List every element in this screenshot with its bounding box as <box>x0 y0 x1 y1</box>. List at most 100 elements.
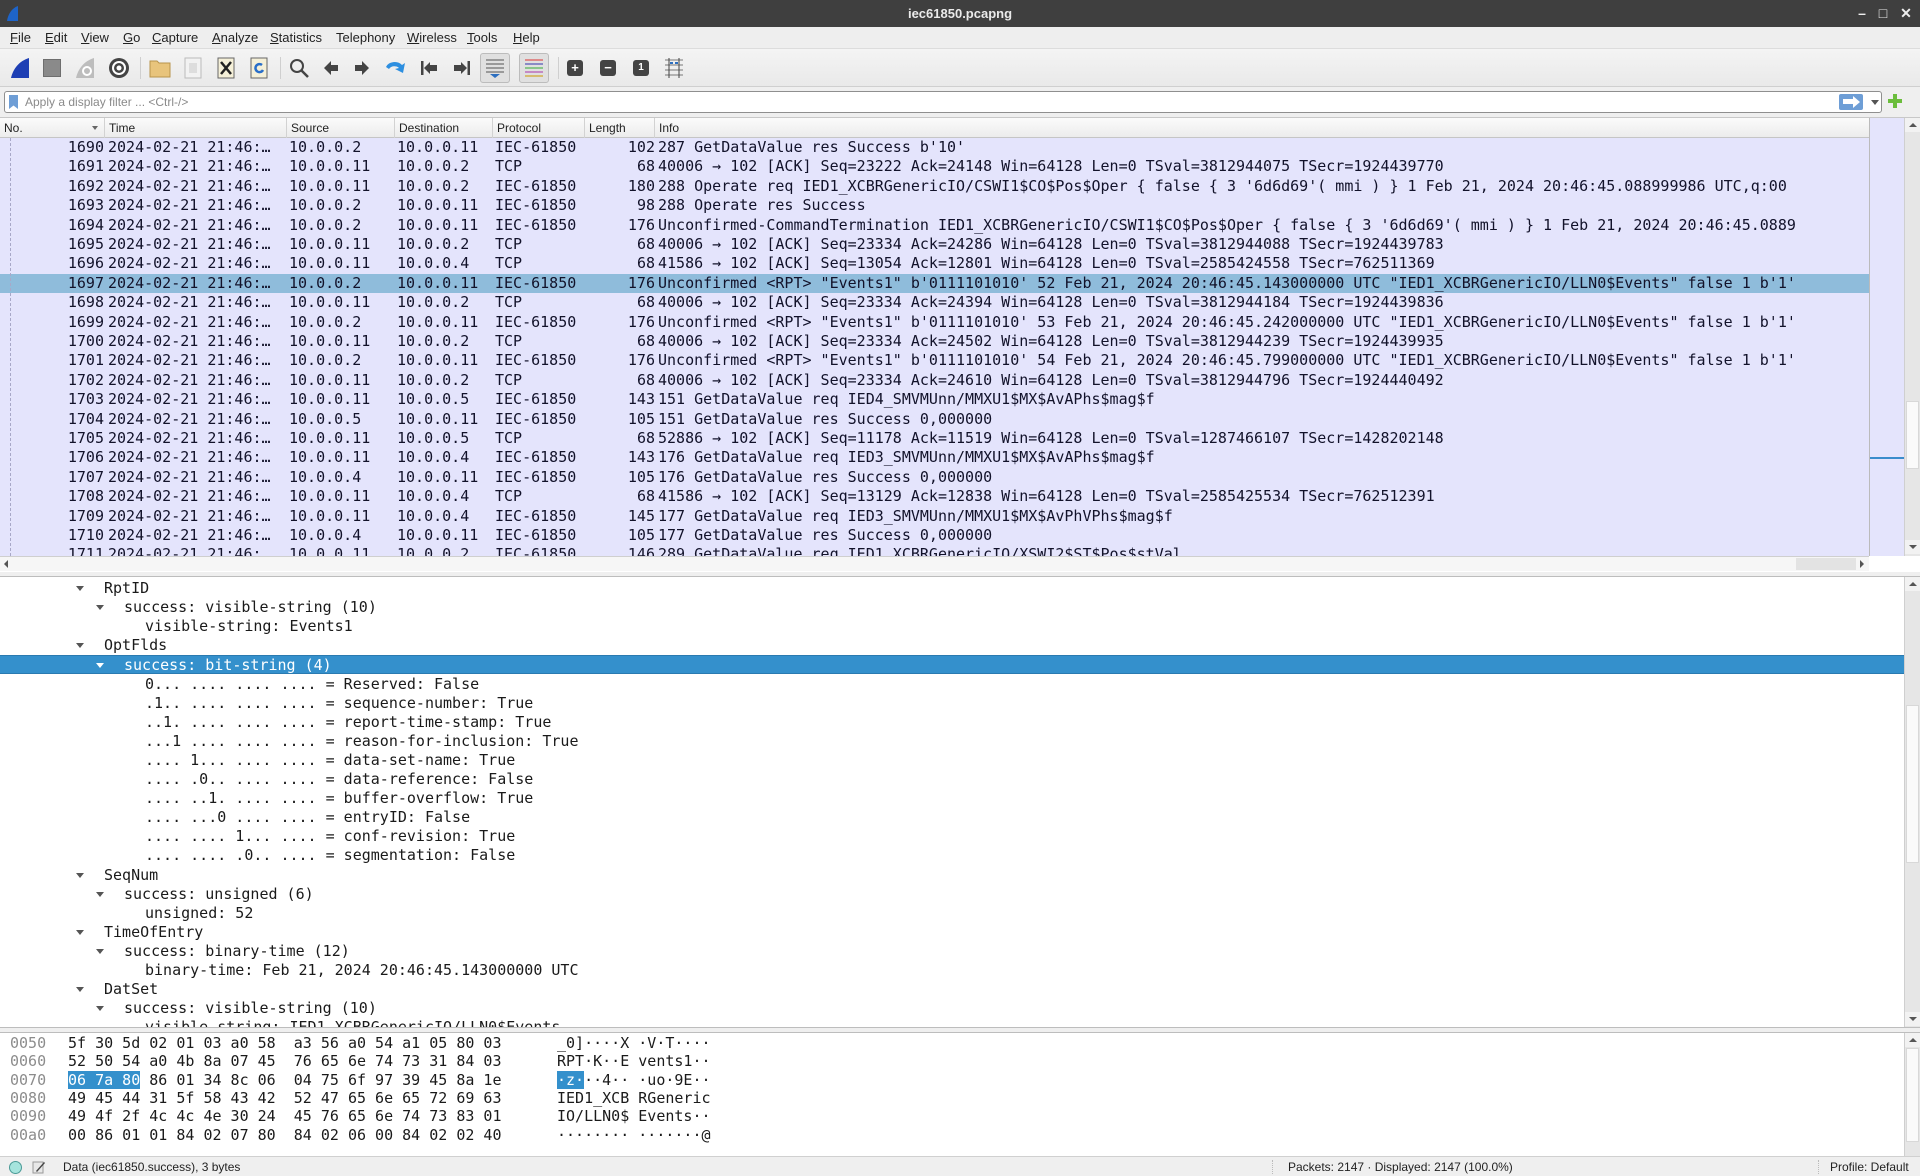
detail-tree-item[interactable]: success: bit-string (4) <box>0 655 1904 675</box>
expand-arrow-icon[interactable] <box>76 929 84 935</box>
detail-tree-item[interactable]: success: unsigned (6) <box>0 885 1904 904</box>
packet-row[interactable]: 1705 2024-02-21 21:46:… 10.0.0.11 10.0.0.5 T… <box>0 429 1869 448</box>
profile-text[interactable]: Profile: Default <box>1830 1160 1909 1174</box>
packet-row[interactable]: 1701 2024-02-21 21:46:… 10.0.0.2 10.0.0.11 I… <box>0 351 1869 370</box>
first-packet-button[interactable] <box>417 56 441 80</box>
ascii-bytes[interactable]: IED1_XCB RGeneric <box>557 1089 711 1107</box>
packet-minimap[interactable] <box>1869 118 1904 556</box>
detail-tree-item[interactable]: ...1 .... .... .... = reason-for-inclusi… <box>0 732 1904 751</box>
expand-arrow-icon[interactable] <box>76 872 84 878</box>
detail-tree-item[interactable]: RptID <box>0 579 1904 598</box>
expand-arrow-icon[interactable] <box>96 891 104 897</box>
packet-row[interactable]: 1709 2024-02-21 21:46:… 10.0.0.11 10.0.0.4 I… <box>0 507 1869 526</box>
column-header-destination[interactable]: Destination <box>395 118 493 138</box>
restart-capture-button[interactable] <box>73 56 97 80</box>
packet-row[interactable]: 1710 2024-02-21 21:46:… 10.0.0.4 10.0.0.11 I… <box>0 526 1869 545</box>
menu-file[interactable]: File <box>10 30 31 45</box>
bytes-scroll-thumb[interactable] <box>1906 1048 1919 1142</box>
menu-wireless[interactable]: Wireless <box>407 30 457 45</box>
bytes-vertical-scrollbar[interactable] <box>1904 1033 1920 1156</box>
packet-row[interactable]: 1692 2024-02-21 21:46:… 10.0.0.11 10.0.0.2 I… <box>0 177 1869 196</box>
packet-row[interactable]: 1708 2024-02-21 21:46:… 10.0.0.11 10.0.0.4 T… <box>0 487 1869 506</box>
colorize-toggle[interactable] <box>519 53 549 83</box>
ascii-bytes[interactable]: ·z···4·· ·uo·9E·· <box>557 1070 711 1089</box>
bookmark-icon[interactable] <box>9 95 18 109</box>
close-file-button[interactable] <box>214 56 238 80</box>
expert-info-indicator-icon[interactable] <box>9 1161 22 1174</box>
packet-list-horizontal-scrollbar[interactable] <box>0 556 1869 571</box>
packet-row[interactable]: 1699 2024-02-21 21:46:… 10.0.0.2 10.0.0.11 I… <box>0 313 1869 332</box>
packet-row[interactable]: 1706 2024-02-21 21:46:… 10.0.0.11 10.0.0.4 I… <box>0 448 1869 467</box>
resize-columns-button[interactable] <box>662 56 686 80</box>
scroll-down-icon[interactable] <box>1905 1012 1920 1026</box>
capture-comment-icon[interactable] <box>32 1160 46 1174</box>
detail-tree-item[interactable]: .... .... .0.. .... = segmentation: Fals… <box>0 846 1904 865</box>
save-file-button[interactable] <box>181 56 205 80</box>
detail-tree-item[interactable]: .1.. .... .... .... = sequence-number: T… <box>0 694 1904 713</box>
packet-row[interactable]: 1700 2024-02-21 21:46:… 10.0.0.11 10.0.0.2 T… <box>0 332 1869 351</box>
filter-history-dropdown-icon[interactable] <box>1871 100 1879 105</box>
detail-tree-item[interactable]: .... .0.. .... .... = data-reference: Fa… <box>0 770 1904 789</box>
hex-bytes[interactable]: 49 45 44 31 5f 58 43 42 52 47 65 6e 65 7… <box>68 1089 501 1107</box>
ascii-bytes[interactable]: ········ ·······@ <box>557 1126 711 1144</box>
packet-row[interactable]: 1704 2024-02-21 21:46:… 10.0.0.5 10.0.0.11 I… <box>0 410 1869 429</box>
menu-telephony[interactable]: Telephony <box>336 30 395 45</box>
expand-arrow-icon[interactable] <box>76 586 84 591</box>
detail-tree-item[interactable]: .... ..1. .... .... = buffer-overflow: T… <box>0 789 1904 808</box>
detail-tree-item[interactable]: visible-string: IED1_XCBRGenericIO/LLN0$… <box>0 1018 1904 1027</box>
packet-row[interactable]: 1703 2024-02-21 21:46:… 10.0.0.11 10.0.0.5 I… <box>0 390 1869 409</box>
menu-capture[interactable]: Capture <box>152 30 198 45</box>
packet-row[interactable]: 1696 2024-02-21 21:46:… 10.0.0.11 10.0.0.4 T… <box>0 254 1869 273</box>
last-packet-button[interactable] <box>450 56 474 80</box>
ascii-bytes-highlighted[interactable]: ·z· <box>557 1070 585 1089</box>
hex-bytes[interactable]: 00 86 01 01 84 02 07 80 84 02 06 00 84 0… <box>68 1126 501 1144</box>
packet-row[interactable]: 1711 2024-02-21 21:46:… 10.0.0.11 10.0.0.2 I… <box>0 545 1869 556</box>
normal-size-button[interactable]: 1 <box>629 56 653 80</box>
detail-tree-item[interactable]: ..1. .... .... .... = report-time-stamp:… <box>0 713 1904 732</box>
expand-arrow-icon[interactable] <box>76 987 84 993</box>
menu-tools[interactable]: Tools <box>467 30 497 45</box>
hex-bytes[interactable]: 5f 30 5d 02 01 03 a0 58 a3 56 a0 54 a1 0… <box>68 1034 501 1052</box>
menu-go[interactable]: Go <box>123 30 140 45</box>
horizontal-scroll-thumb[interactable] <box>1796 558 1856 570</box>
ascii-bytes[interactable]: _0]····X ·V·T···· <box>557 1034 711 1052</box>
menu-help[interactable]: Help <box>513 30 540 45</box>
zoom-out-button[interactable]: − <box>596 56 620 80</box>
detail-tree-item[interactable]: OptFlds <box>0 636 1904 655</box>
details-vertical-scrollbar[interactable] <box>1904 577 1920 1027</box>
ascii-bytes[interactable]: RPT·K··E vents1·· <box>557 1052 711 1070</box>
scroll-up-icon[interactable] <box>1905 118 1920 132</box>
capture-options-button[interactable] <box>107 56 131 80</box>
scroll-down-icon[interactable] <box>1905 540 1920 554</box>
apply-filter-button[interactable] <box>1839 94 1863 110</box>
zoom-in-button[interactable]: + <box>563 56 587 80</box>
packet-row[interactable]: 1695 2024-02-21 21:46:… 10.0.0.11 10.0.0.2 T… <box>0 235 1869 254</box>
hex-bytes-highlighted[interactable]: 06 7a 80 <box>68 1070 141 1089</box>
detail-tree-item[interactable]: success: binary-time (12) <box>0 942 1904 961</box>
reload-file-button[interactable] <box>247 56 271 80</box>
column-header-protocol[interactable]: Protocol <box>493 118 585 138</box>
detail-tree-item[interactable]: success: visible-string (10) <box>0 999 1904 1018</box>
detail-tree-item[interactable]: 0... .... .... .... = Reserved: False <box>0 675 1904 694</box>
detail-tree-item[interactable]: .... .... 1... .... = conf-revision: Tru… <box>0 827 1904 846</box>
column-header-length[interactable]: Length <box>585 118 655 138</box>
packet-row[interactable]: 1707 2024-02-21 21:46:… 10.0.0.4 10.0.0.11 I… <box>0 468 1869 487</box>
packet-row[interactable]: 1691 2024-02-21 21:46:… 10.0.0.11 10.0.0.2 T… <box>0 157 1869 176</box>
close-window-button[interactable]: ✕ <box>1897 4 1915 22</box>
details-scroll-thumb[interactable] <box>1906 705 1919 863</box>
hex-bytes[interactable]: 52 50 54 a0 4b 8a 07 45 76 65 6e 74 73 3… <box>68 1052 501 1070</box>
packet-row[interactable]: 1693 2024-02-21 21:46:… 10.0.0.2 10.0.0.11 I… <box>0 196 1869 215</box>
detail-tree-item[interactable]: DatSet <box>0 980 1904 999</box>
packet-list-scroll-thumb[interactable] <box>1906 401 1919 469</box>
go-forward-button[interactable] <box>350 56 374 80</box>
scroll-up-icon[interactable] <box>1905 1033 1920 1047</box>
minimize-button[interactable]: – <box>1853 4 1871 22</box>
column-header-time[interactable]: Time <box>105 118 287 138</box>
packet-row[interactable]: 1690 2024-02-21 21:46:… 10.0.0.2 10.0.0.11 I… <box>0 138 1869 157</box>
expand-arrow-icon[interactable] <box>96 948 104 954</box>
hex-bytes[interactable]: 49 4f 2f 4c 4c 4e 30 24 45 76 65 6e 74 7… <box>68 1107 501 1125</box>
column-header-no[interactable]: No. <box>0 118 105 138</box>
detail-tree-item[interactable]: visible-string: Events1 <box>0 617 1904 636</box>
ascii-bytes[interactable]: IO/LLN0$ Events·· <box>557 1107 711 1125</box>
expand-arrow-icon[interactable] <box>96 605 104 611</box>
